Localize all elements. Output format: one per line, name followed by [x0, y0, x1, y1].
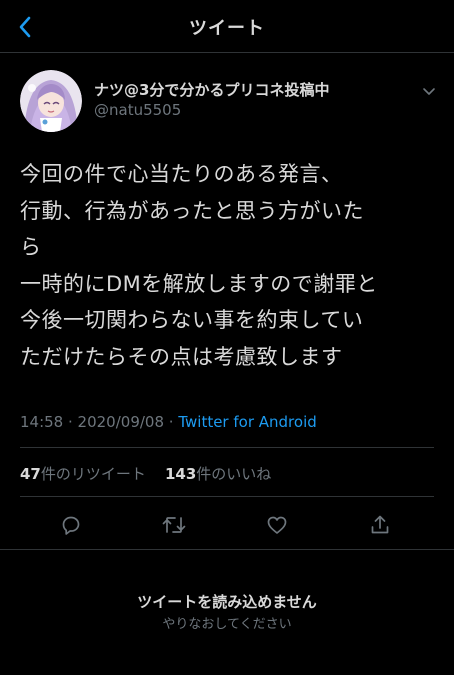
share-icon [371, 515, 389, 534]
author-handle[interactable]: @natu5505 [94, 101, 181, 119]
tweet-time: 14:58 [20, 413, 64, 431]
like-count-label: 件のいいね [196, 465, 272, 483]
retweet-button[interactable] [160, 511, 188, 539]
tweet-text-line: ら [20, 235, 42, 259]
like-count: 143 [164, 465, 197, 483]
tweet-menu-button[interactable] [420, 82, 438, 100]
tweet-actions [0, 505, 454, 545]
author-display-name[interactable]: ナツ@3分で分かるプリコネ投稿中 [94, 79, 329, 100]
tweet-text-line: 一時的にDMを解放しますので謝罪と [20, 271, 378, 296]
divider [20, 496, 434, 497]
retweet-count-link[interactable]: 47件のリツイート [20, 465, 146, 483]
reply-icon [62, 516, 80, 535]
meta-separator: · [164, 413, 179, 431]
like-button[interactable] [263, 511, 291, 539]
divider [20, 447, 434, 448]
retweet-count: 47 [20, 465, 41, 483]
tweet-metadata: 14:58 · 2020/09/08 · Twitter for Android [20, 413, 317, 431]
retweet-count-label: 件のリツイート [40, 465, 146, 483]
tweet-text-line: 今後一切関わらない事を約束してい [20, 308, 364, 332]
page-title: ツイート [189, 18, 265, 39]
top-bar: ツイート [0, 0, 454, 53]
chevron-down-icon [423, 88, 435, 95]
heart-icon [267, 516, 287, 534]
meta-separator: · [63, 413, 78, 431]
like-count-link[interactable]: 143件のいいね [165, 465, 271, 483]
retweet-icon [162, 517, 186, 533]
tweet-source-link[interactable]: Twitter for Android [178, 413, 316, 431]
tweet-text-line: 今回の件で心当たりのある発言、 [20, 162, 343, 186]
divider [0, 549, 454, 550]
tweet-text-line: ただけたらその点は考慮致します [20, 344, 343, 369]
share-button[interactable] [366, 511, 394, 539]
load-error-title: ツイートを読み込めません [137, 593, 317, 611]
tweet-date: 2020/09/08 [77, 413, 165, 431]
avatar-anime-character [20, 70, 82, 132]
tweet-stats: 47件のリツイート 143件のいいね [20, 463, 271, 484]
reply-button[interactable] [57, 511, 85, 539]
retry-link[interactable]: やりなおしてください [0, 613, 454, 632]
tweet-text-line: 行動、行為があったと思う方がいた [20, 198, 364, 223]
tweet-text: 今回の件で心当たりのある発言、 行動、行為があったと思う方がいた ら 一時的にD… [20, 156, 440, 375]
avatar[interactable] [20, 70, 82, 132]
